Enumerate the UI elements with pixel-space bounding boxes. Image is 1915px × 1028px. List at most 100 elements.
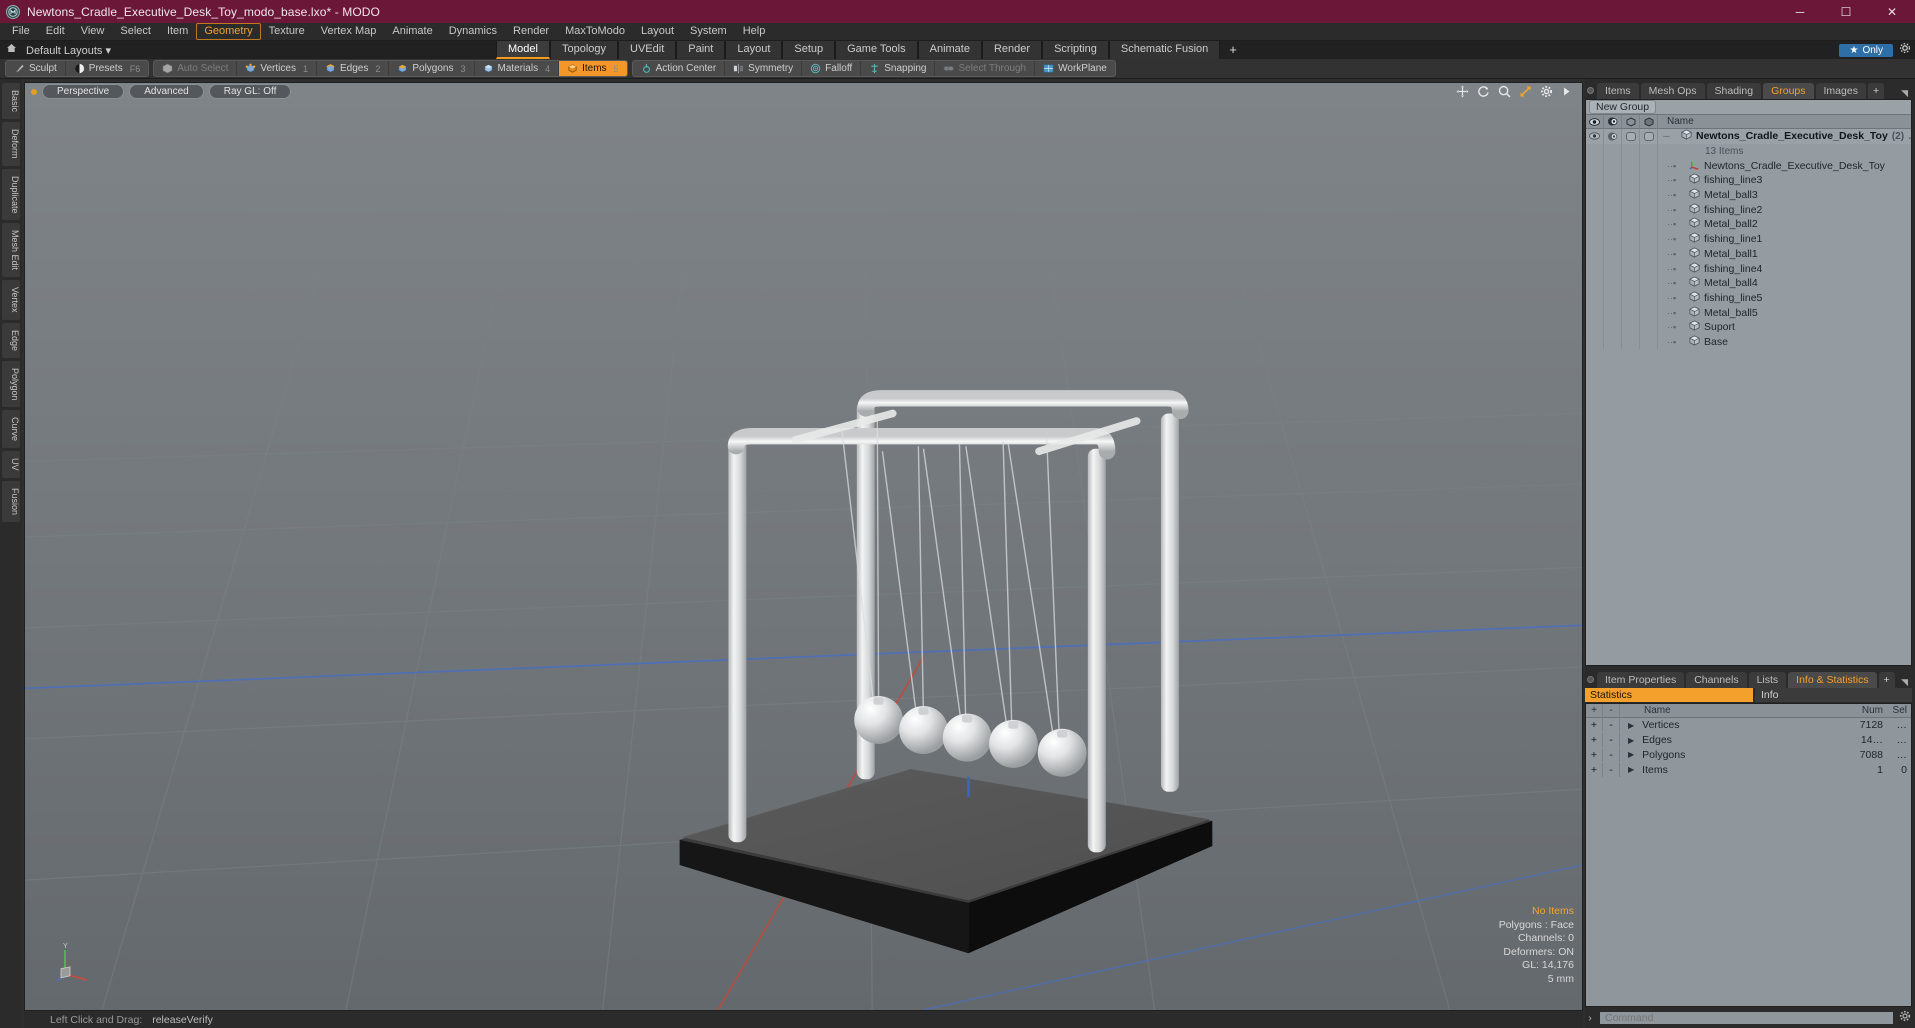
layout-tab-layout[interactable]: Layout	[725, 41, 783, 59]
viewport-shading-advanced[interactable]: Advanced	[129, 84, 204, 99]
new-group-button[interactable]: New Group	[1589, 100, 1657, 114]
expand-arrow-icon[interactable]: ▶	[1628, 750, 1634, 759]
menu-item-render[interactable]: Render	[505, 23, 557, 40]
snapping-button[interactable]: Snapping	[861, 61, 936, 76]
tree-item-row[interactable]: ··▪ Metal_ball2	[1586, 217, 1911, 232]
row-minus-button[interactable]: -	[1603, 762, 1620, 777]
row-plus-button[interactable]: +	[1586, 733, 1603, 748]
bottom-tab-[interactable]: +	[1878, 672, 1895, 688]
group-row[interactable]: ─Newtons_Cradle_Executive_Desk_Toy(2)…	[1586, 129, 1911, 144]
zoom-icon[interactable]	[1498, 85, 1511, 98]
fit-icon[interactable]	[1519, 85, 1532, 98]
tree-item-row[interactable]: ··▪ Metal_ball4	[1586, 275, 1911, 291]
row-minus-button[interactable]: -	[1603, 747, 1620, 762]
row-plus-button[interactable]: +	[1586, 747, 1603, 762]
layout-tab-paint[interactable]: Paint	[676, 41, 726, 59]
tree-expander[interactable]: ─	[1658, 131, 1675, 141]
left-tab-basic[interactable]: Basic	[2, 83, 20, 120]
menu-item-select[interactable]: Select	[112, 23, 159, 40]
panel-tab-items[interactable]: Items	[1597, 83, 1639, 99]
tree-item-row[interactable]: ··▪ fishing_line5	[1586, 290, 1911, 306]
menu-item-dynamics[interactable]: Dynamics	[441, 23, 505, 40]
left-tab-curve[interactable]: Curve	[2, 410, 20, 449]
menu-item-geometry[interactable]: Geometry	[196, 23, 261, 40]
viewport-mode-perspective[interactable]: Perspective	[42, 84, 125, 99]
only-button[interactable]: ★ Only	[1839, 43, 1893, 57]
menu-item-vertex-map[interactable]: Vertex Map	[313, 23, 385, 40]
row-minus-button[interactable]: -	[1603, 718, 1620, 733]
minimize-button[interactable]: ─	[1777, 0, 1823, 23]
left-tab-deform[interactable]: Deform	[2, 122, 20, 166]
bottom-panel-menu-icon[interactable]	[1587, 676, 1594, 683]
layout-tab-render[interactable]: Render	[981, 41, 1043, 59]
gear-icon[interactable]	[1898, 1009, 1912, 1027]
panel-menu-icon[interactable]	[1587, 87, 1594, 94]
statistics-subtab[interactable]: Statistics	[1585, 688, 1753, 702]
expand-bottom-panel-icon[interactable]: ◥	[1901, 677, 1912, 688]
left-tab-fusion[interactable]: Fusion	[2, 480, 20, 522]
tree-item-row[interactable]: ··▪ Base	[1586, 334, 1911, 350]
menu-item-animate[interactable]: Animate	[384, 23, 440, 40]
panel-tab-images[interactable]: Images	[1815, 83, 1866, 99]
home-icon[interactable]	[0, 43, 22, 57]
tree-item-row[interactable]: ··▪ Suport	[1586, 319, 1911, 335]
menu-item-file[interactable]: File	[4, 23, 38, 40]
bottom-tab-item-properties[interactable]: Item Properties	[1597, 672, 1685, 688]
left-tab-duplicate[interactable]: Duplicate	[2, 168, 20, 221]
statistics-row[interactable]: + - ▶ Items 1 0	[1586, 762, 1911, 777]
expand-arrow-icon[interactable]: ▶	[1628, 765, 1634, 774]
panel-tab-[interactable]: +	[1867, 83, 1885, 99]
auto-select-button[interactable]: Auto Select	[154, 61, 238, 76]
statistics-row[interactable]: + - ▶ Vertices 7128…	[1586, 718, 1911, 733]
expand-arrow-icon[interactable]: ▶	[1628, 736, 1634, 745]
gear-icon[interactable]	[1540, 85, 1553, 98]
command-input[interactable]	[1599, 1011, 1894, 1025]
left-tab-vertex[interactable]: Vertex	[2, 280, 20, 320]
layout-tab-model[interactable]: Model	[496, 41, 550, 59]
menu-item-system[interactable]: System	[682, 23, 735, 40]
layout-tab-topology[interactable]: Topology	[549, 41, 619, 59]
menu-item-edit[interactable]: Edit	[38, 23, 73, 40]
layout-tab-scripting[interactable]: Scripting	[1042, 41, 1109, 59]
statistics-row[interactable]: + - ▶ Edges 14……	[1586, 733, 1911, 748]
menu-item-item[interactable]: Item	[159, 23, 196, 40]
3d-viewport[interactable]: Perspective Advanced Ray GL: Off Y No It…	[24, 82, 1583, 1011]
tree-item-row[interactable]: ··▪ Metal_ball1	[1586, 246, 1911, 262]
menu-item-help[interactable]: Help	[735, 23, 774, 40]
left-tab-polygon[interactable]: Polygon	[2, 360, 20, 408]
eye-icon[interactable]	[1586, 129, 1604, 144]
items-button[interactable]: Items 5	[559, 61, 627, 76]
materials-button[interactable]: Materials 4	[475, 61, 560, 76]
bottom-tab-info-statistics[interactable]: Info & Statistics	[1788, 672, 1877, 688]
default-layouts-dropdown[interactable]: Default Layouts ▾	[22, 44, 111, 57]
add-layout-tab-button[interactable]: +	[1220, 41, 1246, 59]
bottom-tab-lists[interactable]: Lists	[1748, 672, 1787, 688]
panel-tab-groups[interactable]: Groups	[1763, 83, 1814, 99]
polygons-button[interactable]: Polygons 3	[389, 61, 475, 76]
tree-item-row[interactable]: ··▪ fishing_line3	[1586, 173, 1911, 188]
tree-item-row[interactable]: ··▪ fishing_line1	[1586, 231, 1911, 247]
tree-item-row[interactable]: ··▪ Newtons_Cradle_Executive_Desk_Toy	[1586, 158, 1911, 174]
sculpt-button[interactable]: Sculpt	[6, 61, 66, 76]
close-button[interactable]: ✕	[1869, 0, 1915, 23]
info-subtab[interactable]: Info	[1755, 688, 1912, 702]
menu-item-view[interactable]: View	[73, 23, 113, 40]
pan-icon[interactable]	[1456, 85, 1469, 98]
maximize-button[interactable]: ☐	[1823, 0, 1869, 23]
menu-item-maxtomodo[interactable]: MaxToModo	[557, 23, 633, 40]
left-tab-edge[interactable]: Edge	[2, 322, 20, 358]
arrow-right-icon[interactable]	[1561, 85, 1574, 98]
wireframe-checkbox[interactable]	[1622, 129, 1640, 144]
statistics-row[interactable]: + - ▶ Polygons 7088…	[1586, 747, 1911, 763]
layout-tab-setup[interactable]: Setup	[782, 41, 836, 59]
vertices-button[interactable]: Vertices 1	[237, 61, 317, 76]
layout-tab-animate[interactable]: Animate	[917, 41, 982, 59]
panel-tab-shading[interactable]: Shading	[1706, 83, 1762, 99]
render-visibility-icon[interactable]	[1604, 129, 1622, 144]
left-tab-mesh-edit[interactable]: Mesh Edit	[2, 223, 20, 278]
tree-item-row[interactable]: ··▪ fishing_line2	[1586, 202, 1911, 218]
item-tree[interactable]: ─Newtons_Cradle_Executive_Desk_Toy(2)…13…	[1586, 129, 1911, 665]
menu-item-layout[interactable]: Layout	[633, 23, 682, 40]
bottom-tab-channels[interactable]: Channels	[1686, 672, 1747, 688]
layout-tab-uvedit[interactable]: UVEdit	[618, 41, 677, 59]
